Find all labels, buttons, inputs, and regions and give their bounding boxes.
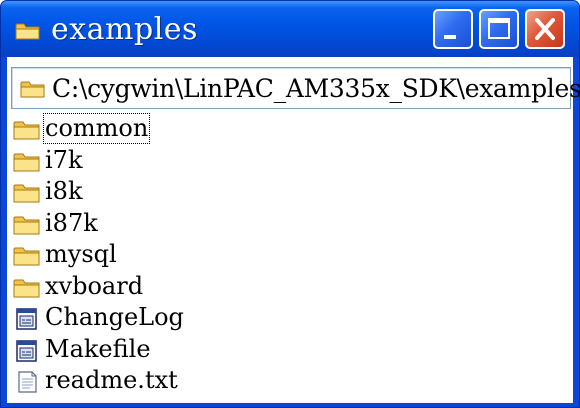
generic-file-icon	[16, 339, 37, 362]
window-content: C:\cygwin\LinPAC_AM335x_SDK\examples com…	[7, 57, 580, 403]
file-name: i8k	[45, 177, 83, 205]
folder-icon	[13, 121, 40, 140]
address-bar[interactable]: C:\cygwin\LinPAC_AM335x_SDK\examples	[11, 67, 580, 109]
close-button[interactable]	[525, 9, 565, 49]
maximize-icon	[488, 18, 510, 39]
file-name: ChangeLog	[45, 303, 184, 331]
minimize-icon	[444, 35, 456, 39]
list-item[interactable]: ChangeLog	[11, 302, 571, 334]
folder-icon	[13, 247, 40, 266]
list-item[interactable]: common	[11, 113, 571, 145]
list-item[interactable]: i87k	[11, 208, 571, 240]
file-name: i7k	[45, 145, 83, 174]
text-file-icon	[18, 371, 37, 393]
maximize-button[interactable]	[479, 9, 519, 49]
minimize-button[interactable]	[433, 9, 473, 49]
list-item[interactable]: xvboard	[11, 271, 571, 303]
window-title: examples	[51, 12, 198, 47]
list-item[interactable]: mysql	[11, 239, 571, 271]
folder-icon	[13, 279, 40, 297]
file-name: common	[43, 113, 151, 144]
generic-file-icon	[16, 308, 37, 330]
folder-icon	[13, 216, 40, 234]
file-name: i87k	[45, 208, 98, 237]
folder-icon	[13, 153, 40, 171]
list-item[interactable]: Makefile	[11, 334, 571, 366]
close-icon	[535, 18, 555, 40]
file-name: Makefile	[45, 334, 151, 363]
folder-icon	[20, 81, 45, 98]
folder-icon	[15, 23, 40, 40]
list-item[interactable]: i8k	[11, 176, 571, 208]
explorer-window: examples C:\cygwin\LinPAC_AM335x_SDK\exa…	[0, 0, 580, 408]
file-name: mysql	[45, 240, 117, 268]
list-item[interactable]: readme.txt	[11, 365, 571, 397]
address-path[interactable]: C:\cygwin\LinPAC_AM335x_SDK\examples	[52, 72, 580, 106]
file-list: common i7k i8k i87k mysql xvboard Change…	[11, 113, 571, 397]
file-name: xvboard	[45, 271, 144, 300]
list-item[interactable]: i7k	[11, 145, 571, 177]
title-bar[interactable]: examples	[1, 1, 579, 57]
folder-icon	[13, 184, 40, 203]
file-name: readme.txt	[45, 366, 178, 394]
